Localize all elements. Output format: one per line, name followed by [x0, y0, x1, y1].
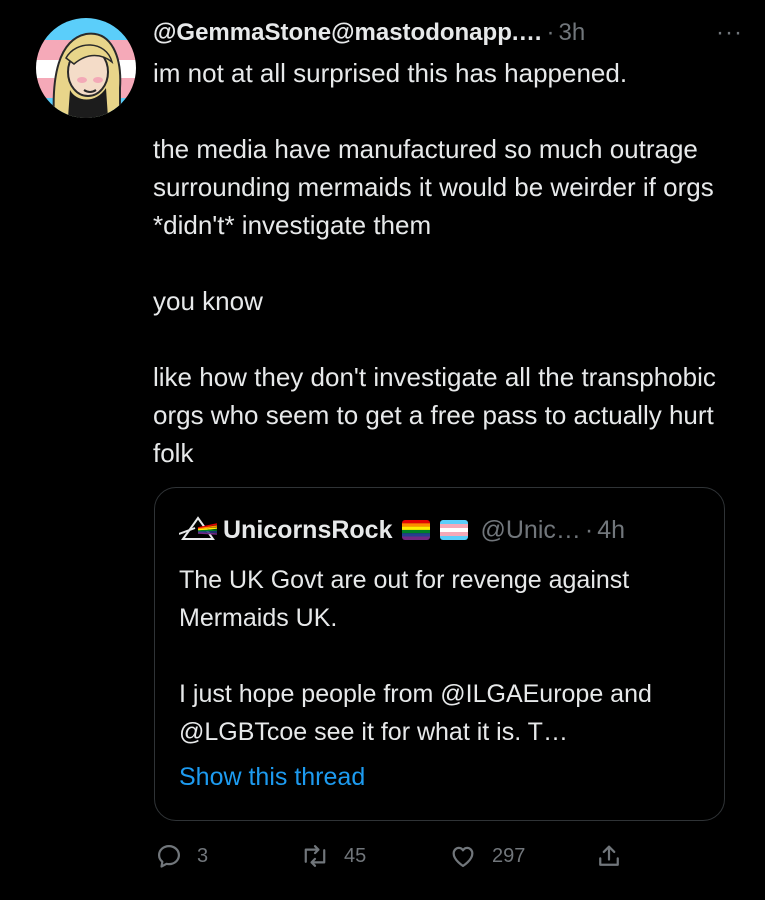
reply-count: 3	[197, 844, 209, 867]
more-icon[interactable]: ···	[716, 19, 743, 47]
quoted-avatar-icon	[178, 514, 218, 547]
quoted-author-name[interactable]: UnicornsRock	[223, 516, 392, 545]
reply-icon	[155, 842, 183, 870]
share-icon	[595, 842, 623, 870]
tweet-paragraph: the media have manufactured so much outr…	[153, 134, 714, 240]
share-button[interactable]	[595, 836, 623, 876]
tweet-paragraph: you know	[153, 286, 263, 316]
separator-dot: ·	[584, 515, 594, 544]
tweet-header: @GemmaStone@mastodonapp.… · 3h ···	[153, 16, 743, 50]
quoted-tweet-header: UnicornsRock @Unic… · 4h	[178, 512, 704, 548]
rainbow-flag-icon	[402, 520, 431, 540]
quoted-tweet[interactable]: UnicornsRock @Unic… · 4h The UK Govt are…	[154, 487, 725, 821]
avatar-image	[36, 18, 136, 118]
quoted-author-handle: @Unic…	[480, 515, 581, 544]
tweet-text: im not at all surprised this has happene…	[153, 54, 733, 472]
author-handle[interactable]: @GemmaStone@mastodonapp.…	[153, 19, 543, 47]
retweet-count: 45	[344, 844, 367, 867]
like-count: 297	[492, 844, 526, 867]
separator-dot: ·	[546, 19, 555, 46]
reply-button[interactable]: 3	[155, 836, 208, 876]
heart-icon	[448, 842, 478, 870]
tweet-paragraph: like how they don't investigate all the …	[153, 362, 716, 468]
tweet-paragraph: im not at all surprised this has happene…	[153, 58, 628, 88]
quoted-tweet-text: The UK Govt are out for revenge against …	[179, 561, 709, 751]
quoted-paragraph: The UK Govt are out for revenge against …	[179, 566, 630, 632]
like-button[interactable]: 297	[448, 836, 525, 876]
retweet-icon	[300, 842, 330, 870]
tweet-time[interactable]: 3h	[559, 19, 586, 47]
avatar[interactable]	[36, 18, 136, 118]
quoted-tweet-time: 4h	[597, 515, 626, 544]
trans-flag-icon	[440, 520, 469, 540]
action-bar: 3 45 297	[155, 836, 635, 876]
show-thread-link[interactable]: Show this thread	[179, 763, 365, 792]
quoted-paragraph: I just hope people from @ILGAEurope and …	[179, 680, 652, 746]
retweet-button[interactable]: 45	[300, 836, 366, 876]
